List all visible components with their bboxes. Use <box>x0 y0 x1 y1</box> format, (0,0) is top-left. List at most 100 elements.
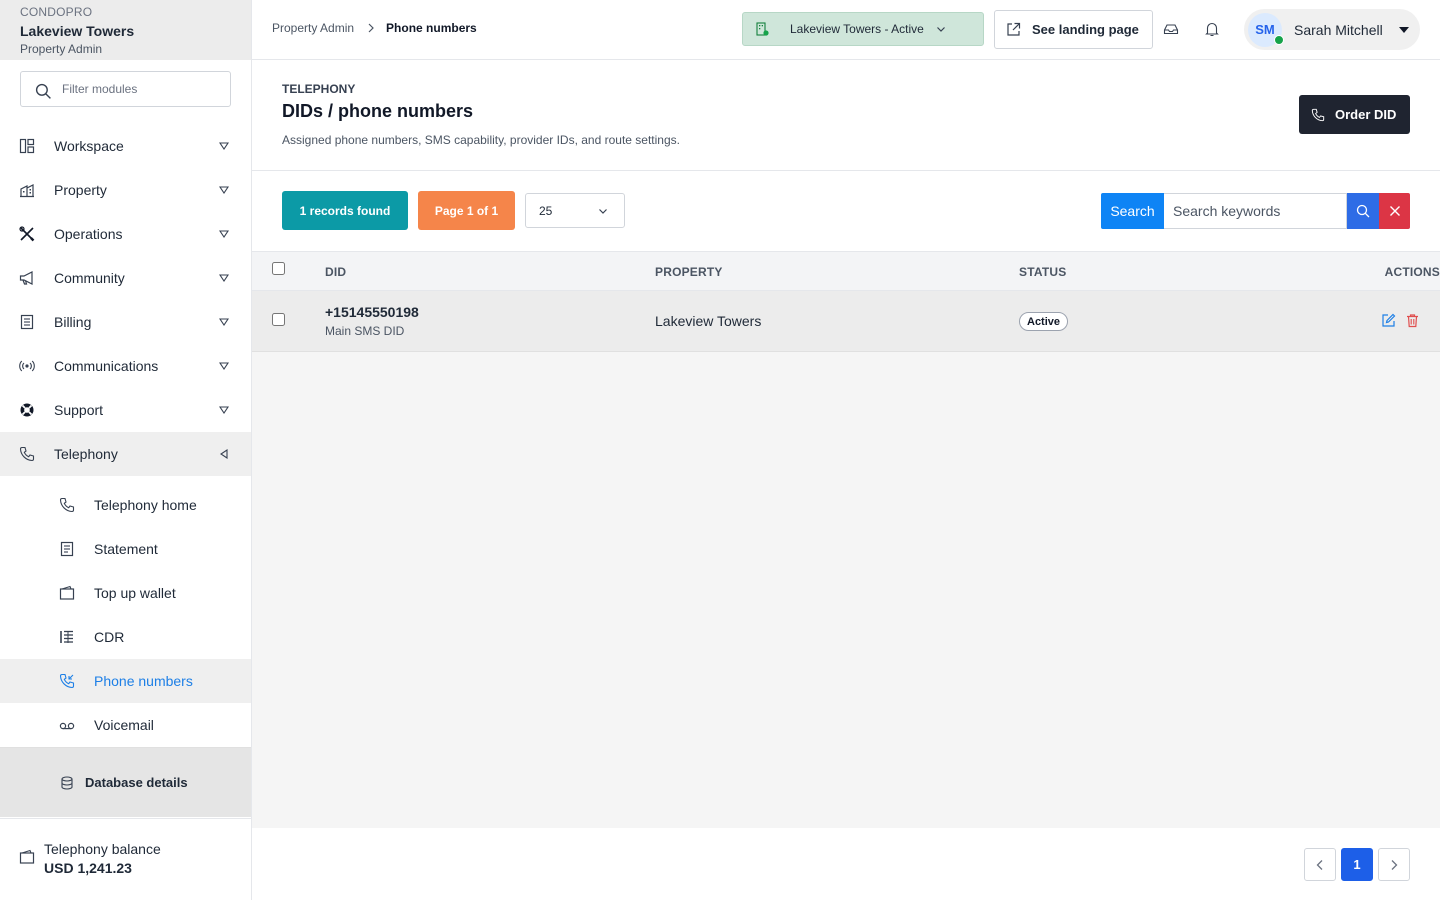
caret-down-icon <box>219 186 229 194</box>
caret-down-icon <box>219 142 229 150</box>
row-checkbox[interactable] <box>272 313 285 326</box>
sidebar: CONDOPRO Lakeview Towers Property Admin … <box>0 0 252 900</box>
sidebar-item-label: CDR <box>94 629 125 645</box>
next-page-button[interactable] <box>1378 848 1410 881</box>
sidebar-item-billing[interactable]: Billing <box>0 300 251 344</box>
balance-label: Telephony balance <box>44 841 161 857</box>
search-input[interactable] <box>1164 194 1346 228</box>
chevron-down-icon <box>936 27 945 32</box>
see-landing-page-label: See landing page <box>1032 22 1139 37</box>
sidebar-item-community[interactable]: Community <box>0 256 251 300</box>
caret-down-icon <box>219 274 229 282</box>
search-submit-button[interactable] <box>1347 193 1379 229</box>
bell-icon[interactable] <box>1204 21 1220 37</box>
filter-modules-field[interactable] <box>20 71 231 107</box>
topbar: Property Admin Phone numbers Lakeview To… <box>252 0 1440 60</box>
phone-plus-icon <box>1311 108 1325 121</box>
select-all-checkbox[interactable] <box>272 262 285 275</box>
column-header-did: DID <box>325 265 347 279</box>
order-did-label: Order DID <box>1335 107 1397 122</box>
filter-modules-input[interactable] <box>62 82 212 96</box>
wallet-icon <box>59 585 75 601</box>
chevron-right-icon <box>1391 859 1398 870</box>
chevron-right-icon <box>368 23 374 33</box>
telephony-balance: Telephony balance USD 1,241.23 <box>0 818 251 900</box>
sidebar-item-telephony-home[interactable]: Telephony home <box>0 483 251 527</box>
database-details-button[interactable]: Database details <box>0 747 251 817</box>
column-header-actions-label: ACTIONS <box>1384 265 1440 279</box>
avatar: SM <box>1248 12 1284 47</box>
edit-icon[interactable] <box>1381 313 1396 328</box>
caret-down-icon <box>219 318 229 326</box>
see-landing-page-button[interactable]: See landing page <box>994 10 1153 49</box>
did-table: DID PROPERTY STATUS ACTIONS +15145550198… <box>252 251 1440 828</box>
caret-down-icon <box>1398 26 1409 33</box>
layout-grid-icon <box>19 138 35 154</box>
property-name: Lakeview Towers <box>20 23 135 39</box>
broadcast-icon <box>19 358 35 374</box>
page-description: Assigned phone numbers, SMS capability, … <box>282 133 680 147</box>
phone-icon <box>19 446 35 462</box>
search-label-button[interactable]: Search <box>1101 193 1164 229</box>
sidebar-item-operations[interactable]: Operations <box>0 212 251 256</box>
sidebar-item-support[interactable]: Support <box>0 388 251 432</box>
caret-down-icon <box>219 362 229 370</box>
database-details-label: Database details <box>85 775 188 790</box>
search-icon <box>35 83 51 99</box>
sidebar-item-label: Property <box>54 182 107 198</box>
sidebar-item-label: Telephony <box>54 446 118 462</box>
building-check-icon <box>756 22 769 36</box>
sidebar-item-communications[interactable]: Communications <box>0 344 251 388</box>
per-page-select[interactable]: 25 <box>525 193 625 228</box>
sidebar-item-statement[interactable]: Statement <box>0 527 251 571</box>
sidebar-item-label: Phone numbers <box>94 673 193 689</box>
search-field <box>1164 193 1347 229</box>
property-selector[interactable]: Lakeview Towers - Active <box>742 12 984 46</box>
brand-block: CONDOPRO Lakeview Towers Property Admin <box>0 0 251 60</box>
column-header-status: STATUS <box>1019 265 1067 279</box>
online-status-dot <box>1274 34 1284 45</box>
tools-icon <box>19 226 35 242</box>
breadcrumb-property-admin[interactable]: Property Admin <box>272 21 354 35</box>
sidebar-item-label: Workspace <box>54 138 124 154</box>
prev-page-button[interactable] <box>1304 848 1336 881</box>
page-button-current[interactable]: 1 <box>1341 848 1373 881</box>
trash-icon[interactable] <box>1405 313 1420 328</box>
document-icon <box>59 541 75 557</box>
sidebar-item-label: Statement <box>94 541 158 557</box>
user-role: Property Admin <box>20 42 103 56</box>
phone-incoming-icon <box>59 673 75 689</box>
org-name: CONDOPRO <box>20 5 93 19</box>
inbox-icon[interactable] <box>1163 21 1179 37</box>
sidebar-item-top-up-wallet[interactable]: Top up wallet <box>0 571 251 615</box>
sidebar-item-voicemail[interactable]: Voicemail <box>0 703 251 747</box>
sidebar-item-label: Operations <box>54 226 123 242</box>
sidebar-item-label: Voicemail <box>94 717 154 733</box>
list-toolbar: 1 records found Page 1 of 1 25 Search <box>252 171 1440 251</box>
sidebar-item-label: Billing <box>54 314 92 330</box>
list-icon <box>59 629 75 645</box>
row-property: Lakeview Towers <box>655 313 762 329</box>
receipt-icon <box>19 314 35 330</box>
avatar-initials: SM <box>1255 22 1275 37</box>
telephony-submenu: Telephony home Statement Top up wallet C… <box>0 483 251 747</box>
lifebuoy-icon <box>19 402 35 418</box>
table-row: +15145550198 Main SMS DID Lakeview Tower… <box>252 291 1440 352</box>
sidebar-item-phone-numbers[interactable]: Phone numbers <box>0 659 251 703</box>
sidebar-item-workspace[interactable]: Workspace <box>0 124 251 168</box>
sidebar-item-cdr[interactable]: CDR <box>0 615 251 659</box>
sidebar-item-telephony[interactable]: Telephony <box>0 432 251 476</box>
user-menu[interactable]: SM Sarah Mitchell <box>1244 9 1420 50</box>
sidebar-item-property[interactable]: Property <box>0 168 251 212</box>
property-selector-label: Lakeview Towers - Active <box>790 22 924 36</box>
table-header: DID PROPERTY STATUS ACTIONS <box>252 251 1440 291</box>
clear-search-button[interactable] <box>1379 193 1410 229</box>
did-note: Main SMS DID <box>325 324 405 338</box>
order-did-button[interactable]: Order DID <box>1299 95 1410 134</box>
balance-value: USD 1,241.23 <box>44 860 132 876</box>
page-title: DIDs / phone numbers <box>282 101 474 121</box>
user-name: Sarah Mitchell <box>1294 21 1383 38</box>
records-count-badge: 1 records found <box>282 191 408 230</box>
page-header: TELEPHONY DIDs / phone numbers Assigned … <box>252 60 1440 171</box>
status-badge: Active <box>1019 312 1069 331</box>
